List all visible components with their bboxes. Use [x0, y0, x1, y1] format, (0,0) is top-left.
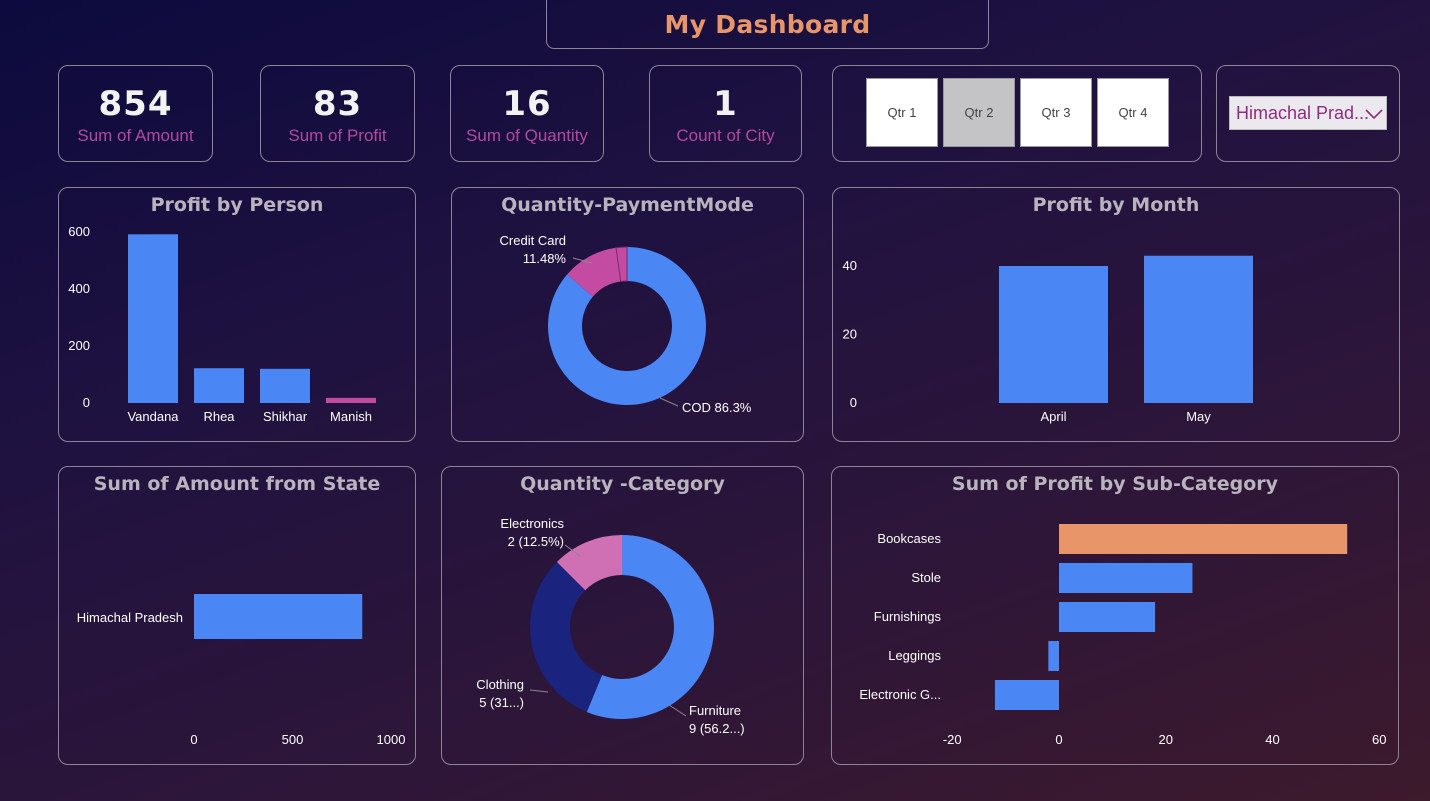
y-tick-label: 400: [68, 281, 90, 296]
leader-line: [668, 704, 687, 717]
y-tick-label: 20: [843, 327, 857, 342]
data-label: Electronics: [500, 516, 564, 531]
x-tick-label: 20: [1159, 732, 1173, 747]
data-label: Credit Card: [500, 233, 566, 248]
data-label: 11.48%: [523, 251, 567, 266]
y-tick-label: 200: [68, 338, 90, 353]
bar[interactable]: [260, 368, 310, 403]
x-tick-label: Rhea: [203, 409, 235, 424]
bar[interactable]: [1059, 602, 1156, 632]
x-tick-label: 0: [190, 732, 197, 747]
y-tick-label: Electronic G...: [859, 687, 941, 702]
y-tick-label: Furnishings: [874, 609, 942, 624]
x-tick-label: Shikhar: [263, 409, 308, 424]
data-label: 2 (12.5%): [508, 534, 564, 549]
bar[interactable]: [194, 594, 363, 639]
data-label: Furniture: [689, 703, 741, 718]
bar[interactable]: [1144, 255, 1253, 403]
x-tick-label: Manish: [330, 409, 372, 424]
x-tick-label: -20: [943, 732, 962, 747]
bar[interactable]: [194, 368, 244, 403]
x-tick-label: April: [1040, 409, 1066, 424]
x-tick-label: 500: [282, 732, 304, 747]
data-label: Clothing: [476, 677, 524, 692]
x-tick-label: 40: [1265, 732, 1279, 747]
bar[interactable]: [1059, 563, 1193, 593]
x-tick-label: 1000: [377, 732, 406, 747]
bar[interactable]: [1059, 524, 1348, 554]
bar[interactable]: [994, 680, 1059, 710]
charts-layer: 6004002000Vandana Rhea Shikhar ManishCredit…: [68, 224, 1386, 747]
leader-line: [659, 397, 679, 407]
x-tick-label: 0: [1055, 732, 1062, 747]
bar[interactable]: [326, 397, 376, 403]
y-tick-label: Stole: [911, 570, 941, 585]
x-tick-label: May: [1186, 409, 1211, 424]
bar[interactable]: [128, 234, 178, 403]
y-tick-label: 0: [83, 395, 90, 410]
y-tick-label: 0: [850, 395, 857, 410]
data-label: 9 (56.2...): [689, 721, 745, 736]
bar[interactable]: [1048, 641, 1059, 671]
leader-line: [529, 689, 549, 693]
y-tick-label: Leggings: [888, 648, 941, 663]
y-tick-label: Himachal Pradesh: [77, 610, 183, 625]
y-tick-label: 600: [68, 224, 90, 239]
y-tick-label: 40: [843, 258, 857, 273]
data-label: 5 (31...): [479, 695, 524, 710]
x-tick-label: Vandana: [127, 409, 179, 424]
bar[interactable]: [999, 266, 1108, 403]
y-tick-label: Bookcases: [877, 531, 941, 546]
data-label: COD 86.3%: [682, 400, 752, 415]
x-tick-label: 60: [1372, 732, 1386, 747]
